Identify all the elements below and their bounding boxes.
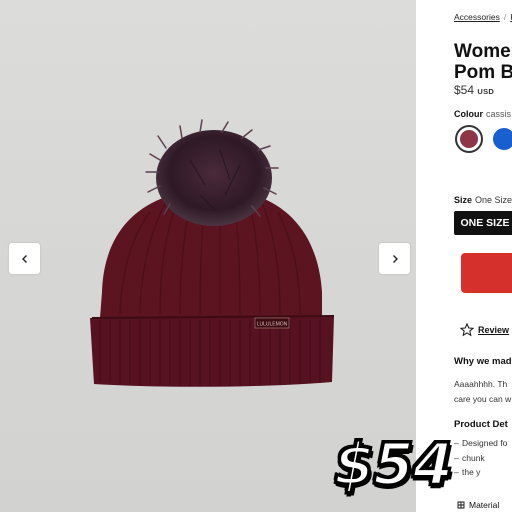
breadcrumb-accessories[interactable]: Accessories (454, 12, 500, 22)
product-price: $54 USD (454, 83, 494, 97)
details-item: chunk (454, 451, 512, 466)
product-title-line-1: Women (454, 41, 512, 62)
size-label: Size (454, 195, 473, 205)
chevron-left-icon (21, 254, 27, 263)
colour-swatch-blue[interactable] (490, 125, 512, 153)
product-details-list: Designed fo chunk the y (454, 436, 512, 480)
product-title: Women Pom B (454, 41, 512, 83)
colour-swatch-cassis[interactable] (455, 125, 483, 153)
colour-row: Colour cassis (454, 109, 511, 119)
beanie-brand-tag: LULULEMON (257, 322, 288, 328)
star-icon (460, 323, 474, 337)
why-we-made-this-heading: Why we mad (454, 356, 512, 367)
details-item: Designed fo (454, 436, 512, 451)
material-link[interactable]: Material (456, 500, 499, 510)
colour-value: cassis (486, 109, 512, 119)
add-to-bag-button[interactable] (461, 253, 512, 293)
previous-image-button[interactable] (9, 243, 40, 274)
material-label: Material (469, 500, 500, 510)
colour-label: Colour (454, 109, 483, 119)
size-option-one-size[interactable]: ONE SIZE (454, 211, 512, 235)
details-item: the y (454, 465, 512, 480)
reviews-label: Review (478, 325, 510, 335)
breadcrumb: Accessories/K (454, 12, 512, 22)
swatch-dot (460, 130, 478, 148)
overlay-price-sticker: $54 (332, 429, 454, 500)
size-value: One Size (475, 195, 512, 205)
fabric-icon (457, 501, 465, 509)
size-row: Size One Size (454, 195, 512, 205)
why-we-made-this-body: Aaaahhhh. Th care you can w (454, 377, 512, 407)
chevron-right-icon (392, 254, 398, 263)
price-value: $54 (454, 83, 475, 97)
why-body-line-2: care you can w (454, 394, 512, 404)
product-details-heading: Product Det (454, 419, 508, 430)
reviews-link[interactable]: Review (460, 323, 509, 337)
product-title-line-2: Pom B (454, 62, 512, 83)
why-body-line-1: Aaaahhhh. Th (454, 379, 508, 389)
breadcrumb-separator: / (503, 12, 507, 22)
next-image-button[interactable] (379, 243, 410, 274)
price-currency: USD (477, 87, 495, 96)
